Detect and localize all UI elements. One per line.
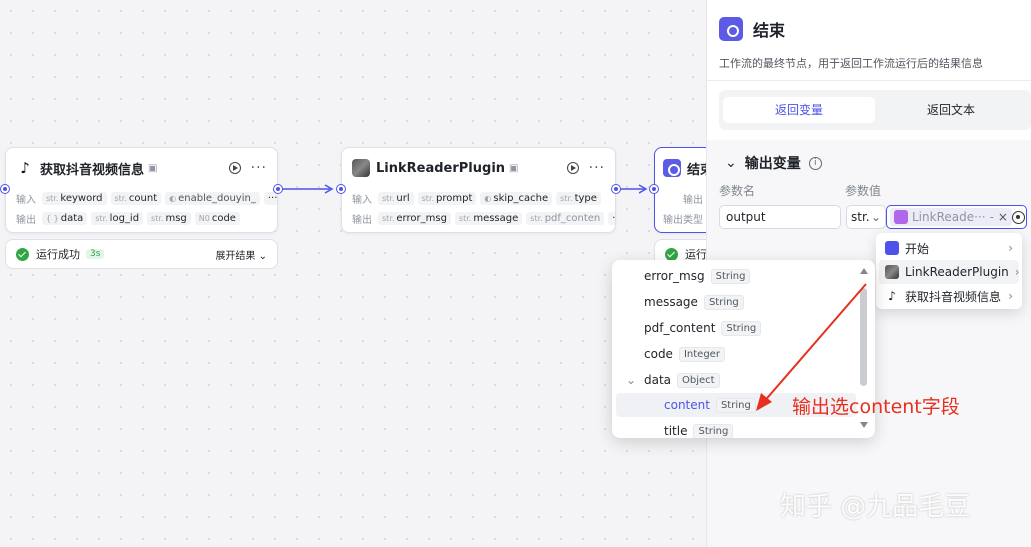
annotation-arrow bbox=[756, 283, 867, 411]
annotation-text: 输出选content字段 bbox=[792, 396, 960, 418]
watermark: 知乎 @九品毛豆 bbox=[780, 492, 971, 522]
